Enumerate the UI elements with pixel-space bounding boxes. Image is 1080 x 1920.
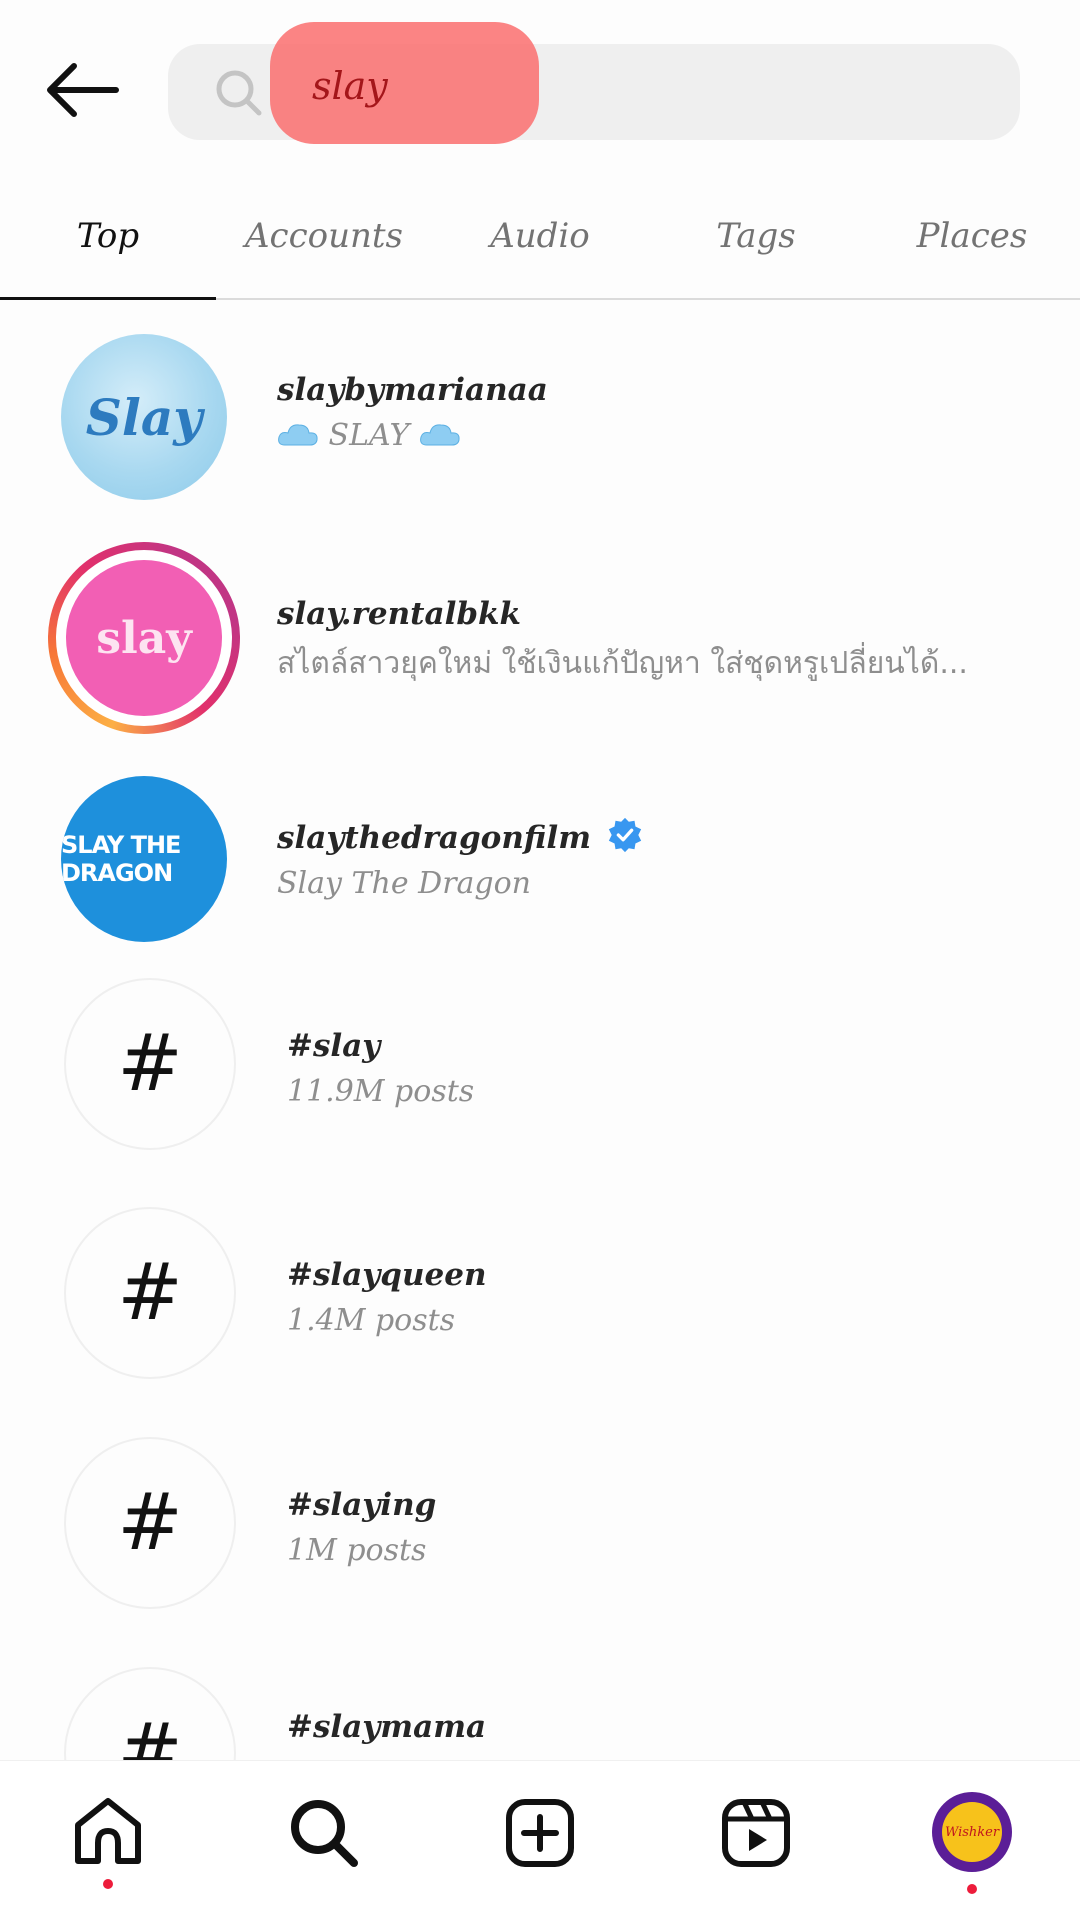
account-username: slaybymarianaa (277, 372, 548, 408)
nav-profile-avatar[interactable]: Wishker (932, 1792, 1012, 1872)
reels-icon (722, 1799, 790, 1867)
tab-tags[interactable]: Tags (648, 200, 864, 298)
account-username: slay.rentalbkk (277, 596, 521, 632)
hashtag-name: #slaying (287, 1487, 437, 1523)
tab-places[interactable]: Places (864, 200, 1080, 298)
search-tabs: Top Accounts Audio Tags Places (0, 200, 1080, 300)
hashtag-icon: # (64, 1437, 236, 1609)
list-item-hashtag[interactable]: # #slay 11.9M posts (0, 970, 1080, 1160)
home-notification-dot (103, 1879, 113, 1889)
home-icon (75, 1798, 141, 1864)
nav-home[interactable] (72, 1797, 144, 1869)
hashtag-name: #slay (287, 1028, 381, 1064)
list-item-account[interactable]: Slay slaybymarianaa SLAY (0, 322, 1080, 512)
plus-square-icon (506, 1799, 574, 1867)
list-item-hashtag[interactable]: # #slayqueen 1.4M posts (0, 1199, 1080, 1389)
search-query-highlight (270, 22, 539, 144)
cloud-icon (278, 424, 318, 446)
hashtag-icon: # (64, 1207, 236, 1379)
tab-accounts[interactable]: Accounts (216, 200, 432, 298)
tab-top[interactable]: Top (0, 200, 216, 300)
back-button[interactable] (44, 62, 120, 118)
hashtag-name: #slaymama (287, 1709, 487, 1745)
list-item-account[interactable]: slay slay.rentalbkk สไตล์สาวยุคใหม่ ใช้เ… (0, 542, 1080, 734)
nav-search[interactable] (288, 1797, 360, 1869)
search-icon (214, 68, 264, 118)
nav-create[interactable] (504, 1797, 576, 1869)
cloud-icon (419, 424, 460, 446)
account-subtitle: Slay The Dragon (277, 866, 532, 901)
tab-audio[interactable]: Audio (432, 200, 648, 298)
list-item-hashtag[interactable]: # #slaying 1M posts (0, 1429, 1080, 1619)
account-subtitle: สไตล์สาวยุคใหม่ ใช้เงินแก้ปัญหา ใส่ชุดหร… (277, 646, 968, 681)
list-item-account[interactable]: SLAY THE DRAGON slaythedragonfilm Slay T… (0, 764, 1080, 954)
avatar: slay (66, 560, 222, 716)
arrow-left-icon (47, 63, 119, 117)
account-subtitle: SLAY (277, 418, 461, 453)
avatar: Slay (61, 334, 227, 500)
bottom-navigation (0, 1760, 1080, 1920)
search-icon (291, 1800, 358, 1867)
hashtag-count: 11.9M posts (287, 1074, 475, 1109)
hashtag-count: 1.4M posts (287, 1303, 456, 1338)
avatar: SLAY THE DRAGON (61, 776, 227, 942)
nav-reels[interactable] (720, 1797, 792, 1869)
hashtag-name: #slayqueen (287, 1257, 487, 1293)
hashtag-icon: # (64, 978, 236, 1150)
verified-badge-icon (608, 817, 641, 853)
account-username: slaythedragonfilm (277, 816, 644, 856)
search-query-text[interactable]: slay (312, 64, 388, 108)
hashtag-count: 1M posts (287, 1533, 427, 1568)
profile-notification-dot (967, 1884, 977, 1894)
